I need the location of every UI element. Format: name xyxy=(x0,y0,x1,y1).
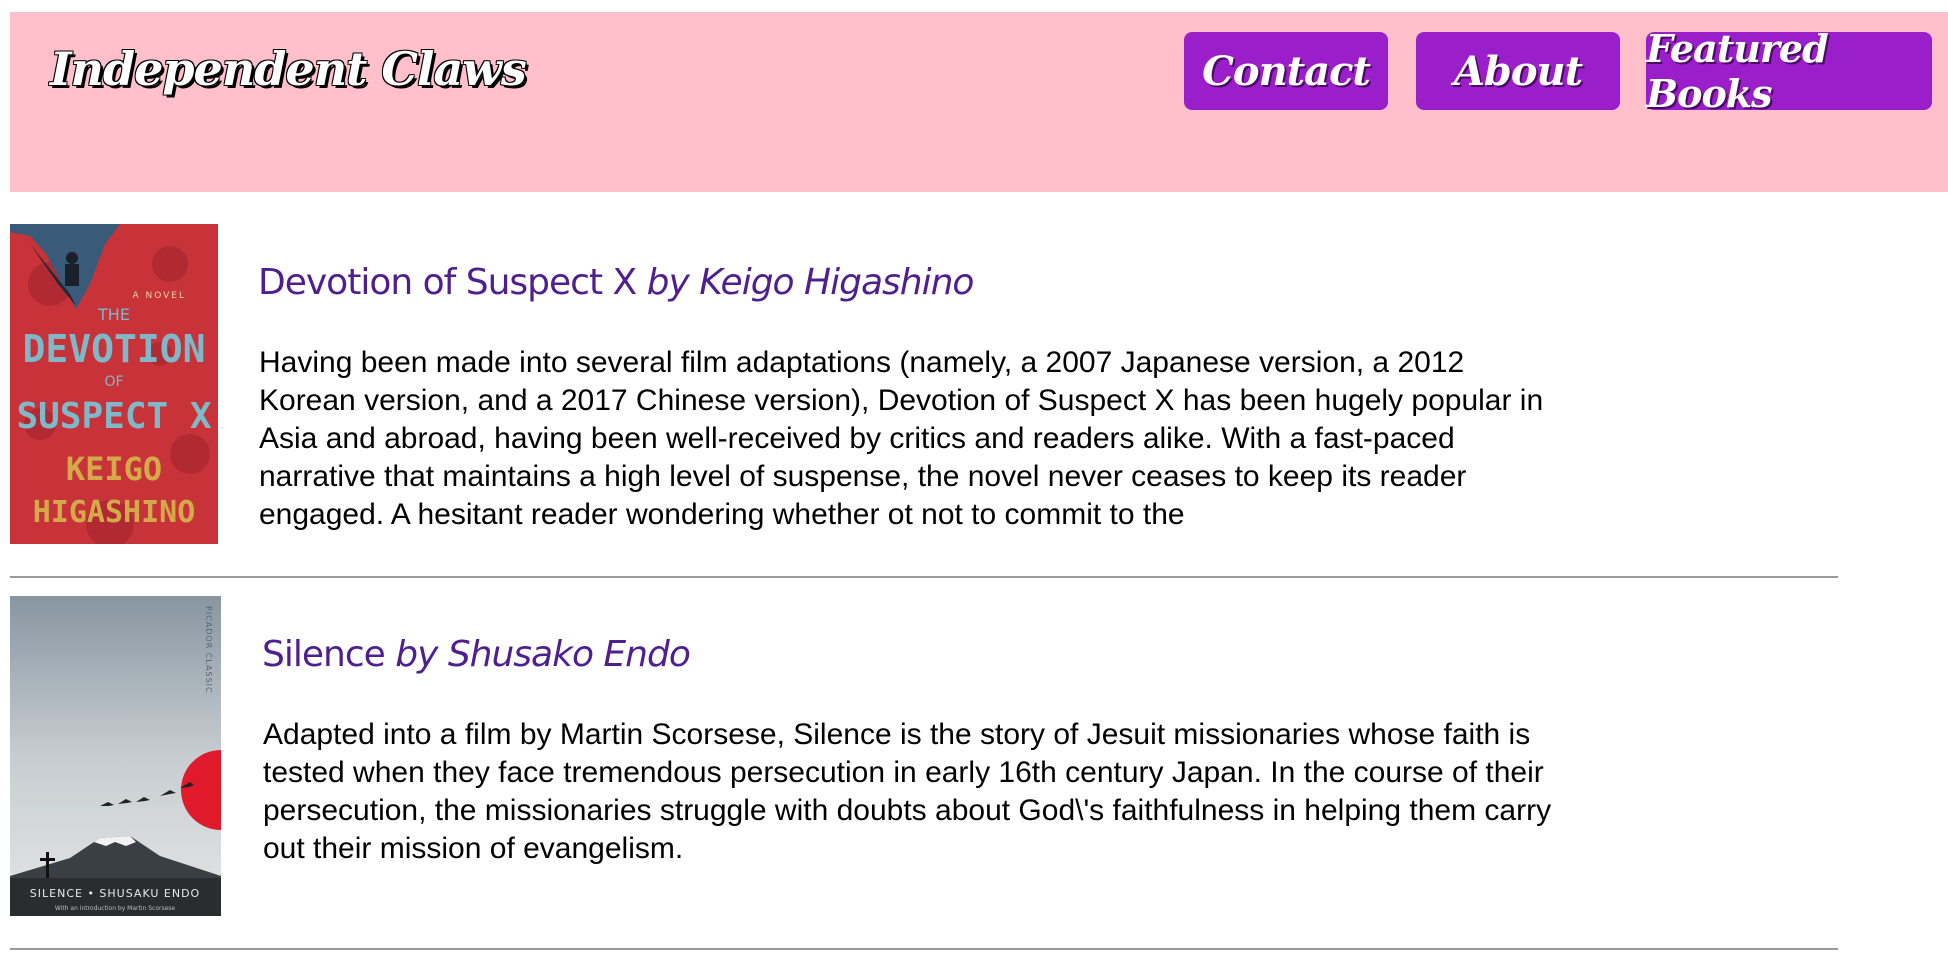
book-divider xyxy=(10,576,1838,578)
cover-author-line1: KEIGO xyxy=(66,450,162,488)
cover-title-line3: OF xyxy=(104,374,123,390)
book-title-text: Devotion of Suspect X xyxy=(258,262,647,303)
cover-subtitle: With an introduction by Martin Scorsese xyxy=(55,905,176,912)
book-entry: A NOVEL THE DEVOTION OF SUSPECT X KEIGO … xyxy=(10,224,1838,584)
cover-author-line2: HIGASHINO xyxy=(33,495,196,530)
cover-title-line1: THE xyxy=(97,305,130,324)
book-cover-image: PICADOR CLASSIC SILENCE • SHUSAKU ENDO W… xyxy=(10,596,221,916)
nav-about-button[interactable]: About xyxy=(1416,32,1620,110)
cover-small-text: A NOVEL xyxy=(132,291,186,301)
book-description: Having been made into several film adapt… xyxy=(259,346,1544,531)
cover-side-text: PICADOR CLASSIC xyxy=(204,606,213,694)
book-author: by Keigo Higashino xyxy=(646,262,975,303)
site-logo[interactable]: Independent Claws xyxy=(50,42,527,96)
cover-title-line4: SUSPECT X xyxy=(16,396,211,437)
site-header: Independent Claws Contact About Featured… xyxy=(10,12,1948,192)
cover-title: SILENCE • SHUSAKU ENDO xyxy=(30,887,200,900)
nav-featured-books-button[interactable]: Featured Books xyxy=(1646,26,1932,116)
book-title: Silence by Shusako Endo xyxy=(262,634,691,675)
book-cover-image: A NOVEL THE DEVOTION OF SUSPECT X KEIGO … xyxy=(10,224,218,544)
cover-title-line2: DEVOTION xyxy=(22,327,205,371)
book-title-text: Silence xyxy=(262,634,396,675)
book-title: Devotion of Suspect X by Keigo Higashino xyxy=(258,262,975,303)
book-entry: PICADOR CLASSIC SILENCE • SHUSAKU ENDO W… xyxy=(10,596,1838,956)
nav-contact-button[interactable]: Contact xyxy=(1184,32,1388,110)
book-divider xyxy=(10,948,1838,950)
book-description: Adapted into a film by Martin Scorsese, … xyxy=(263,718,1552,865)
book-author: by Shusako Endo xyxy=(395,634,691,675)
